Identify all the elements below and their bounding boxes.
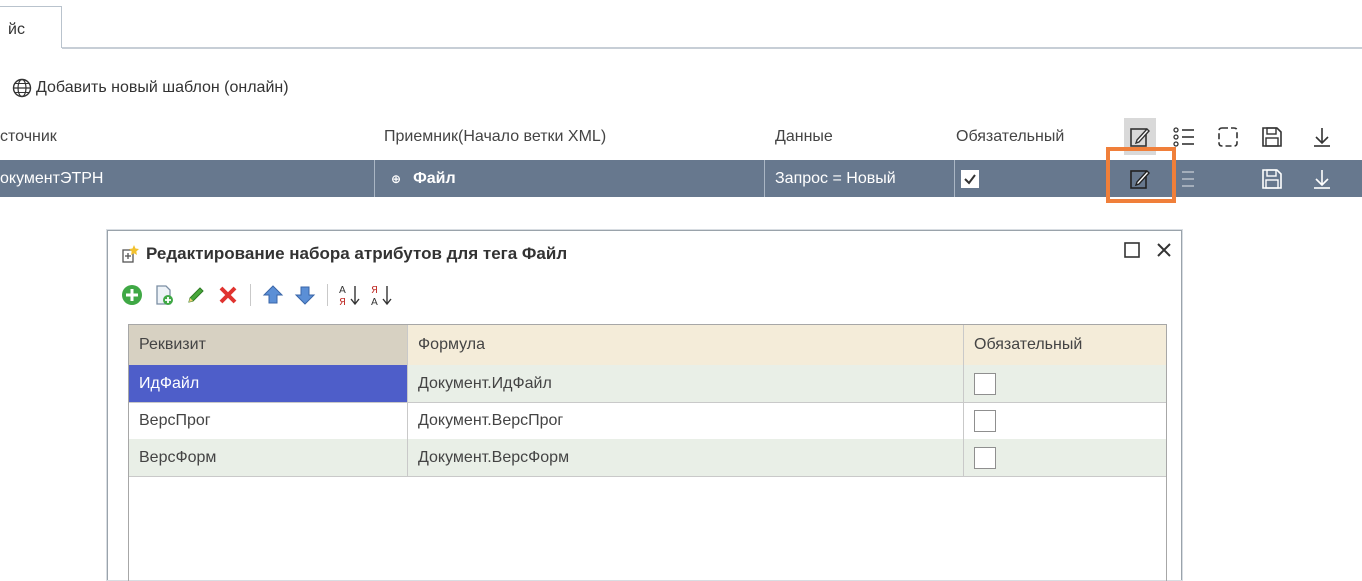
sort-asc-icon: A Я (339, 285, 360, 307)
svg-text:A: A (371, 297, 378, 307)
row-receiver[interactable]: ⊕ Файл (375, 160, 765, 197)
transform-button[interactable] (1212, 118, 1244, 155)
svg-text:Я: Я (371, 285, 378, 296)
move-up-button[interactable] (261, 283, 285, 307)
sort-asc-button[interactable]: A Я (338, 283, 362, 307)
header-required[interactable]: Обязательный (964, 325, 1168, 365)
dialog-icon (122, 245, 139, 263)
row-data: Запрос = Новый (765, 160, 955, 197)
row-required[interactable] (955, 160, 1110, 197)
save-icon (1262, 168, 1282, 189)
save-button[interactable] (1256, 118, 1288, 155)
tab-divider (62, 47, 1362, 49)
table-header: Реквизит Формула Обязательный (129, 325, 1166, 366)
move-down-button[interactable] (293, 283, 317, 307)
row-edit-button[interactable] (1124, 160, 1156, 197)
add-template-label: Добавить новый шаблон (онлайн) (36, 79, 289, 96)
cell-required[interactable] (964, 402, 1168, 439)
maximize-icon[interactable] (1123, 241, 1141, 259)
table-row[interactable]: ВерсПрог Документ.ВерсПрог (129, 402, 1166, 440)
edit-icon (1130, 169, 1150, 189)
row-download-button[interactable] (1306, 160, 1338, 197)
header-data[interactable]: Данные (775, 118, 945, 155)
required-checkbox[interactable] (974, 446, 996, 469)
table-row[interactable]: ВерсФорм Документ.ВерсФорм (129, 439, 1166, 477)
transform-icon (1218, 126, 1238, 147)
edit-button[interactable] (184, 283, 208, 307)
row-save-button[interactable] (1256, 160, 1288, 197)
cell-formula[interactable]: Документ.ИдФайл (408, 365, 964, 402)
download-icon (1314, 127, 1330, 147)
cell-attribute[interactable]: ИдФайл (129, 365, 408, 402)
required-checkbox[interactable] (974, 372, 996, 395)
required-checkbox[interactable] (961, 169, 979, 188)
row-source: окументЭТРН (0, 160, 375, 197)
dialog-title: Редактирование набора атрибутов для тега… (146, 244, 568, 263)
cell-attribute[interactable]: ВерсПрог (129, 402, 408, 439)
add-template-link[interactable]: Добавить новый шаблон (онлайн) (12, 78, 289, 98)
globe-icon (12, 78, 32, 98)
cell-formula[interactable]: Документ.ВерсФорм (408, 439, 964, 476)
toolbar-separator (327, 284, 328, 306)
row-list-button[interactable] (1168, 160, 1200, 197)
svg-text:A: A (339, 285, 346, 296)
dialog-titlebar[interactable]: Редактирование набора атрибутов для тега… (108, 231, 1181, 277)
edit-icon (188, 287, 204, 303)
grid-header: сточник Приемник(Начало ветки XML) Данны… (0, 118, 1362, 155)
add-icon (122, 285, 142, 305)
row-receiver-label: Файл (413, 169, 456, 187)
cell-required[interactable] (964, 365, 1168, 402)
header-attribute[interactable]: Реквизит (129, 325, 408, 365)
header-source[interactable]: сточник (0, 118, 370, 155)
copy-button[interactable] (152, 283, 176, 307)
header-formula[interactable]: Формула (408, 325, 964, 365)
tab-label: йс (8, 21, 25, 38)
download-button[interactable] (1306, 118, 1338, 155)
check-icon (964, 173, 976, 185)
dialog-toolbar: A Я Я A (120, 277, 394, 313)
delete-icon (219, 286, 237, 304)
list-icon (1182, 170, 1194, 187)
cell-attribute[interactable]: ВерсФорм (129, 439, 408, 476)
list-icon (1173, 126, 1194, 147)
move-up-icon (262, 285, 284, 304)
toolbar-separator (250, 284, 251, 306)
download-icon (1314, 169, 1330, 189)
tab-interface[interactable]: йс (0, 6, 62, 48)
cell-formula[interactable]: Документ.ВерсПрог (408, 402, 964, 439)
sort-desc-button[interactable]: Я A (370, 283, 394, 307)
required-checkbox[interactable] (974, 409, 996, 432)
header-required[interactable]: Обязательный (956, 118, 1106, 155)
edit-icon (1130, 127, 1150, 147)
table-row[interactable]: ИдФайл Документ.ИдФайл (129, 365, 1166, 403)
expand-icon[interactable]: ⊕ (391, 172, 401, 186)
close-icon[interactable] (1155, 241, 1173, 259)
table-row[interactable]: окументЭТРН ⊕ Файл Запрос = Новый (0, 160, 1362, 197)
sort-desc-icon: Я A (371, 285, 392, 307)
cell-required[interactable] (964, 439, 1168, 476)
move-down-icon (294, 286, 316, 305)
edit-attributes-button[interactable] (1124, 118, 1156, 155)
delete-button[interactable] (216, 283, 240, 307)
add-button[interactable] (120, 283, 144, 307)
copy-icon (156, 285, 173, 305)
svg-text:Я: Я (339, 297, 346, 307)
save-icon (1262, 126, 1282, 147)
header-receiver[interactable]: Приемник(Начало ветки XML) (384, 118, 764, 155)
attributes-dialog: Редактирование набора атрибутов для тега… (107, 230, 1182, 581)
list-button[interactable] (1168, 118, 1200, 155)
attributes-table: Реквизит Формула Обязательный ИдФайл Док… (128, 324, 1167, 581)
